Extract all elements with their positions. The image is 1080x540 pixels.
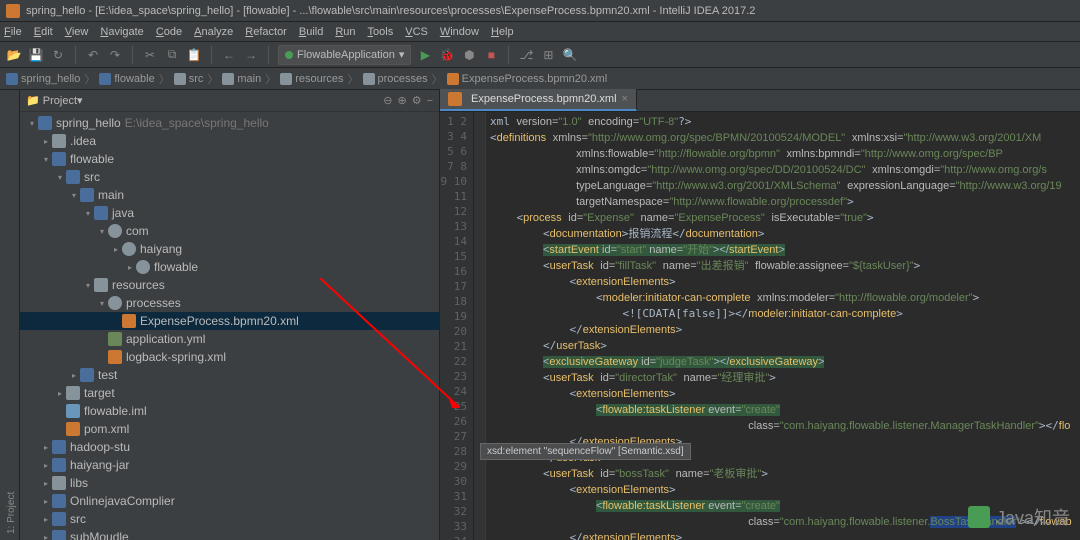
gear-icon[interactable]: ⚙ bbox=[412, 94, 422, 107]
hide-icon[interactable]: − bbox=[427, 95, 433, 107]
menu-code[interactable]: Code bbox=[156, 26, 182, 38]
menu-navigate[interactable]: Navigate bbox=[100, 26, 143, 38]
tree-node[interactable]: ▸flowable bbox=[20, 258, 439, 276]
tree-node[interactable]: ▾flowable bbox=[20, 150, 439, 168]
paste-icon[interactable]: 📋 bbox=[186, 47, 202, 63]
menu-analyze[interactable]: Analyze bbox=[194, 26, 233, 38]
tree-node[interactable]: logback-spring.xml bbox=[20, 348, 439, 366]
tree-node[interactable]: ▸haiyang bbox=[20, 240, 439, 258]
back-icon[interactable]: ← bbox=[221, 47, 237, 63]
breadcrumb-item[interactable]: src bbox=[174, 73, 204, 85]
breadcrumb-item[interactable]: processes bbox=[363, 73, 428, 85]
app-icon bbox=[6, 4, 20, 18]
tree-node[interactable]: ▾com bbox=[20, 222, 439, 240]
structure-icon[interactable]: ⊞ bbox=[540, 47, 556, 63]
breadcrumb-item[interactable]: spring_hello bbox=[6, 73, 80, 85]
chevron-down-icon[interactable]: ▾ bbox=[77, 94, 83, 107]
menu-file[interactable]: File bbox=[4, 26, 22, 38]
editor-tabs: ExpenseProcess.bpmn20.xml × bbox=[440, 90, 1080, 112]
open-icon[interactable]: 📂 bbox=[6, 47, 22, 63]
tree-node[interactable]: ▸.idea bbox=[20, 132, 439, 150]
breadcrumb-item[interactable]: resources bbox=[280, 73, 343, 85]
editor-area: ExpenseProcess.bpmn20.xml × 1 2 3 4 5 6 … bbox=[440, 90, 1080, 540]
tree-node[interactable]: ▸hadoop-stu bbox=[20, 438, 439, 456]
menu-build[interactable]: Build bbox=[299, 26, 323, 38]
project-tree[interactable]: ▾spring_helloE:\idea_space\spring_hello▸… bbox=[20, 112, 439, 540]
debug-icon[interactable]: 🐞 bbox=[439, 47, 455, 63]
tree-node[interactable]: ▾main bbox=[20, 186, 439, 204]
menu-bar: File Edit View Navigate Code Analyze Refactor B… bbox=[0, 22, 1080, 42]
project-tool-tab[interactable]: 1: Project bbox=[4, 90, 19, 540]
run-config-dropdown[interactable]: FlowableApplication ▾ bbox=[278, 45, 411, 65]
run-status-icon bbox=[285, 51, 293, 59]
line-gutter: 1 2 3 4 5 6 7 8 9 10 11 12 13 14 15 16 1… bbox=[440, 112, 474, 540]
redo-icon[interactable]: ↷ bbox=[107, 47, 123, 63]
window-titlebar: spring_hello - [E:\idea_space\spring_hel… bbox=[0, 0, 1080, 22]
code-editor[interactable]: xml version="1.0" encoding="UTF-8"?> <de… bbox=[486, 112, 1080, 540]
chevron-down-icon: ▾ bbox=[399, 48, 405, 61]
forward-icon[interactable]: → bbox=[243, 47, 259, 63]
tree-node[interactable]: ▸haiyang-jar bbox=[20, 456, 439, 474]
window-title: spring_hello - [E:\idea_space\spring_hel… bbox=[26, 5, 755, 17]
tree-node[interactable]: ▾spring_helloE:\idea_space\spring_hello bbox=[20, 114, 439, 132]
menu-vcs[interactable]: VCS bbox=[405, 26, 428, 38]
structure-tool-tab[interactable]: 2: Structure bbox=[0, 90, 4, 540]
locate-icon[interactable]: ⊕ bbox=[397, 94, 406, 107]
menu-tools[interactable]: Tools bbox=[368, 26, 394, 38]
wechat-icon bbox=[968, 506, 990, 528]
tree-node[interactable]: ▾resources bbox=[20, 276, 439, 294]
left-gutter: 1: Project 2: Structure bbox=[0, 90, 20, 540]
watermark: Java知音 bbox=[968, 504, 1070, 530]
breadcrumb-item[interactable]: main bbox=[222, 73, 261, 85]
tree-node[interactable]: ▸target bbox=[20, 384, 439, 402]
tree-node[interactable]: ▸OnlinejavaComplier bbox=[20, 492, 439, 510]
menu-refactor[interactable]: Refactor bbox=[245, 26, 287, 38]
tree-node[interactable]: ▾processes bbox=[20, 294, 439, 312]
collapse-icon[interactable]: ⊖ bbox=[383, 94, 392, 107]
tree-node[interactable]: ▸src bbox=[20, 510, 439, 528]
tree-node[interactable]: ExpenseProcess.bpmn20.xml bbox=[20, 312, 439, 330]
tree-node[interactable]: ▾src bbox=[20, 168, 439, 186]
tree-node[interactable]: ▸subMoudle bbox=[20, 528, 439, 540]
main-toolbar: 📂 💾 ↻ ↶ ↷ ✂ ⧉ 📋 ← → FlowableApplication … bbox=[0, 42, 1080, 68]
tooltip: xsd:element "sequenceFlow" [Semantic.xsd… bbox=[480, 443, 691, 460]
vcs-icon[interactable]: ⎇ bbox=[518, 47, 534, 63]
xml-file-icon bbox=[448, 92, 462, 106]
menu-edit[interactable]: Edit bbox=[34, 26, 53, 38]
sidebar-header: 📁 Project ▾ ⊖ ⊕ ⚙ − bbox=[20, 90, 439, 112]
stop-icon[interactable]: ■ bbox=[483, 47, 499, 63]
coverage-icon[interactable]: ⬢ bbox=[461, 47, 477, 63]
menu-run[interactable]: Run bbox=[335, 26, 355, 38]
run-icon[interactable]: ▶ bbox=[417, 47, 433, 63]
menu-view[interactable]: View bbox=[65, 26, 89, 38]
tree-node[interactable]: ▸test bbox=[20, 366, 439, 384]
project-sidebar: 📁 Project ▾ ⊖ ⊕ ⚙ − ▾spring_helloE:\idea… bbox=[20, 90, 440, 540]
undo-icon[interactable]: ↶ bbox=[85, 47, 101, 63]
breadcrumb-item[interactable]: ExpenseProcess.bpmn20.xml bbox=[447, 73, 608, 85]
fold-gutter[interactable] bbox=[474, 112, 486, 540]
tree-node[interactable]: ▸libs bbox=[20, 474, 439, 492]
search-icon[interactable]: 🔍 bbox=[562, 47, 578, 63]
refresh-icon[interactable]: ↻ bbox=[50, 47, 66, 63]
folder-icon: 📁 bbox=[26, 94, 40, 107]
close-icon[interactable]: × bbox=[622, 93, 628, 105]
tree-node[interactable]: application.yml bbox=[20, 330, 439, 348]
editor-tab[interactable]: ExpenseProcess.bpmn20.xml × bbox=[440, 89, 637, 111]
save-icon[interactable]: 💾 bbox=[28, 47, 44, 63]
tree-node[interactable]: pom.xml bbox=[20, 420, 439, 438]
tree-node[interactable]: flowable.iml bbox=[20, 402, 439, 420]
breadcrumb-item[interactable]: flowable bbox=[99, 73, 154, 85]
menu-help[interactable]: Help bbox=[491, 26, 514, 38]
tree-node[interactable]: ▾java bbox=[20, 204, 439, 222]
copy-icon[interactable]: ⧉ bbox=[164, 47, 180, 63]
menu-window[interactable]: Window bbox=[440, 26, 479, 38]
breadcrumb: spring_hello〉flowable〉src〉main〉resources… bbox=[0, 68, 1080, 90]
cut-icon[interactable]: ✂ bbox=[142, 47, 158, 63]
